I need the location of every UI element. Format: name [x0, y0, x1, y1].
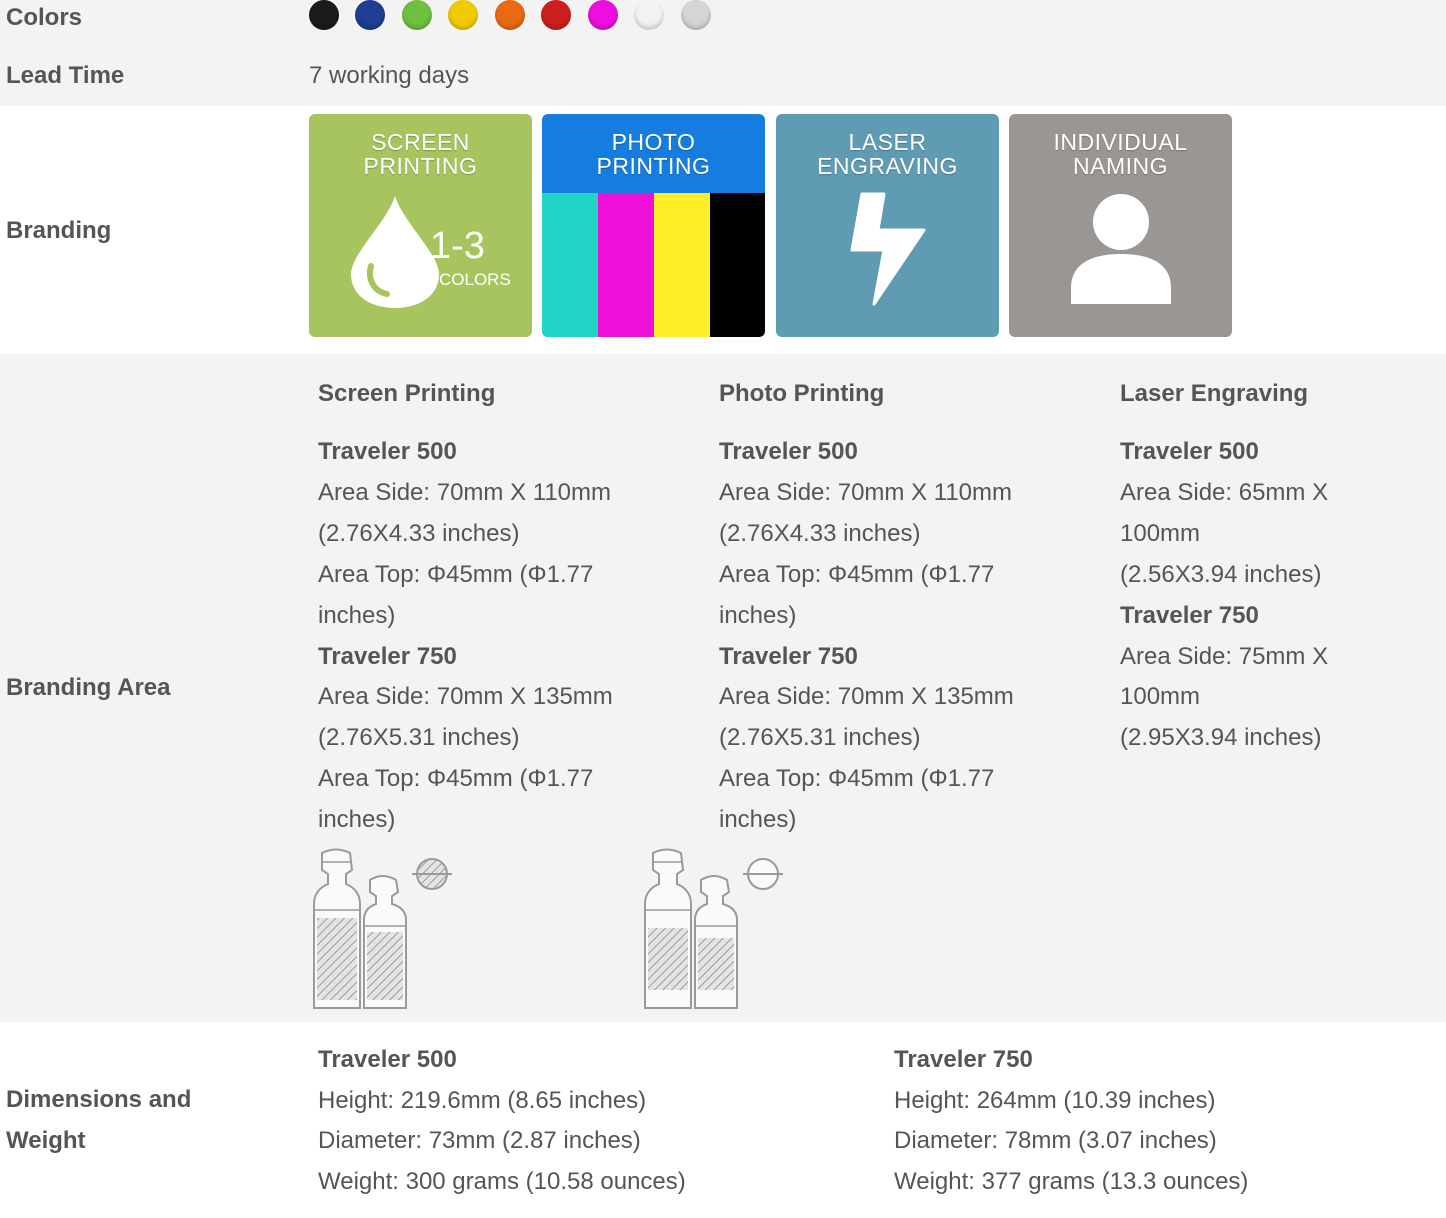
branding-area-column-photo: Photo Printing Traveler 500 Area Side: 7… [719, 374, 1014, 841]
spec-line: Traveler 500 [318, 438, 457, 465]
cmyk-stripe-cyan [542, 193, 598, 337]
user-icon [1071, 194, 1171, 304]
dimension-title: Traveler 750 [894, 1046, 1033, 1073]
tile-title: LASER ENGRAVING [817, 129, 958, 179]
dimension-weight: Weight: 300 grams (10.58 ounces) [318, 1167, 686, 1195]
dimensions-label: Dimensions and Weight [6, 1086, 192, 1154]
spec-line: inches) [719, 806, 797, 834]
spec-line: Area Top: Φ45mm (Φ1.77 [719, 765, 995, 793]
cmyk-stripe-black [710, 193, 765, 337]
lead-time-value: 7 working days [309, 62, 470, 89]
branding-label: Branding [6, 217, 112, 244]
spec-line: inches) [318, 601, 396, 629]
dimension-height: Height: 264mm (10.39 inches) [894, 1086, 1216, 1114]
cmyk-stripe-yellow [654, 193, 710, 337]
branding-tile-individual-naming[interactable]: INDIVIDUAL NAMING [1009, 114, 1232, 337]
spec-line: Traveler 750 [719, 642, 858, 670]
spec-line: 100mm [1120, 683, 1201, 711]
color-swatch-black[interactable] [309, 0, 339, 30]
spec-line: Area Side: 70mm X 110mm [719, 478, 1013, 506]
spec-line: Area Side: 65mm X [1120, 478, 1329, 506]
screen-printing-badge-sub: COLORS [439, 270, 511, 289]
colors-label: Colors [6, 4, 83, 31]
spec-line: Area Top: Φ45mm (Φ1.77 [318, 765, 594, 793]
spec-line: Traveler 500 [719, 438, 858, 465]
spec-line: Area Top: Φ45mm (Φ1.77 [318, 560, 594, 588]
spec-line: Area Side: 70mm X 135mm [719, 683, 1014, 711]
column-heading: Laser Engraving [1120, 380, 1309, 407]
colors-row [0, 0, 1446, 46]
tile-title: INDIVIDUAL NAMING [1053, 129, 1188, 179]
lead-time-row [0, 46, 1446, 106]
branding-area-column-screen: Screen Printing Traveler 500 Area Side: … [318, 374, 613, 841]
color-swatch-green[interactable] [402, 0, 432, 30]
spec-line: (2.76X5.31 inches) [719, 724, 921, 752]
branding-tile-laser-engraving[interactable]: LASER ENGRAVING [776, 114, 999, 337]
dimension-title: Traveler 500 [318, 1046, 457, 1073]
column-heading: Photo Printing [719, 380, 885, 407]
screen-printing-badge: 1-3 [430, 225, 485, 267]
dimension-diameter: Diameter: 73mm (2.87 inches) [318, 1127, 641, 1155]
color-swatch-magenta[interactable] [588, 0, 618, 30]
dimensions-column-traveler-750: Traveler 750 Height: 264mm (10.39 inches… [894, 1040, 1248, 1202]
color-swatch-orange[interactable] [495, 0, 525, 30]
dimension-diameter: Diameter: 78mm (3.07 inches) [894, 1127, 1217, 1155]
branding-tile-screen-printing[interactable]: SCREEN PRINTING [309, 114, 532, 337]
lead-time-label: Lead Time [6, 62, 125, 89]
dimension-height: Height: 219.6mm (8.65 inches) [318, 1086, 647, 1114]
color-swatch-grey[interactable] [681, 0, 711, 30]
spec-line: (2.76X4.33 inches) [318, 519, 520, 547]
tile-title: PHOTO PRINTING [596, 129, 711, 179]
color-swatch-red[interactable] [541, 0, 571, 30]
spec-line: inches) [318, 806, 396, 834]
spec-line: Area Side: 70mm X 110mm [318, 478, 612, 506]
spec-line: (2.76X5.31 inches) [318, 724, 520, 752]
lightning-bolt-icon [850, 192, 926, 306]
tile-title: SCREEN PRINTING [363, 129, 478, 179]
spec-line: Area Top: Φ45mm (Φ1.77 [719, 560, 995, 588]
color-swatch-white[interactable] [634, 0, 664, 30]
spec-line: Area Side: 70mm X 135mm [318, 683, 613, 711]
spec-line: Traveler 750 [1120, 601, 1259, 629]
color-swatch-yellow[interactable] [448, 0, 478, 30]
column-heading: Screen Printing [318, 380, 496, 407]
spec-line: Traveler 750 [318, 642, 457, 670]
branding-area-label: Branding Area [6, 674, 171, 701]
dimensions-column-traveler-500: Traveler 500 Height: 219.6mm (8.65 inche… [318, 1040, 686, 1202]
branding-tile-photo-printing[interactable]: PHOTO PRINTING [542, 114, 765, 337]
spec-line: (2.76X4.33 inches) [719, 519, 921, 547]
photo-printing-bottle-diagram [644, 848, 783, 1009]
spec-line: inches) [719, 601, 797, 629]
branding-area-column-laser: Laser Engraving Traveler 500 Area Side: … [1120, 374, 1328, 759]
spec-line: Area Side: 75mm X [1120, 642, 1329, 670]
spec-line: 100mm [1120, 519, 1201, 547]
spec-line: (2.95X3.94 inches) [1120, 724, 1322, 752]
dimension-weight: Weight: 377 grams (13.3 ounces) [894, 1167, 1249, 1195]
spec-line: (2.56X3.94 inches) [1120, 560, 1322, 588]
spec-line: Traveler 500 [1120, 438, 1259, 465]
cmyk-stripe-magenta [598, 193, 654, 337]
screen-printing-bottle-diagram [313, 848, 452, 1009]
color-swatch-navy[interactable] [355, 0, 385, 30]
ink-drop-icon [351, 196, 439, 308]
